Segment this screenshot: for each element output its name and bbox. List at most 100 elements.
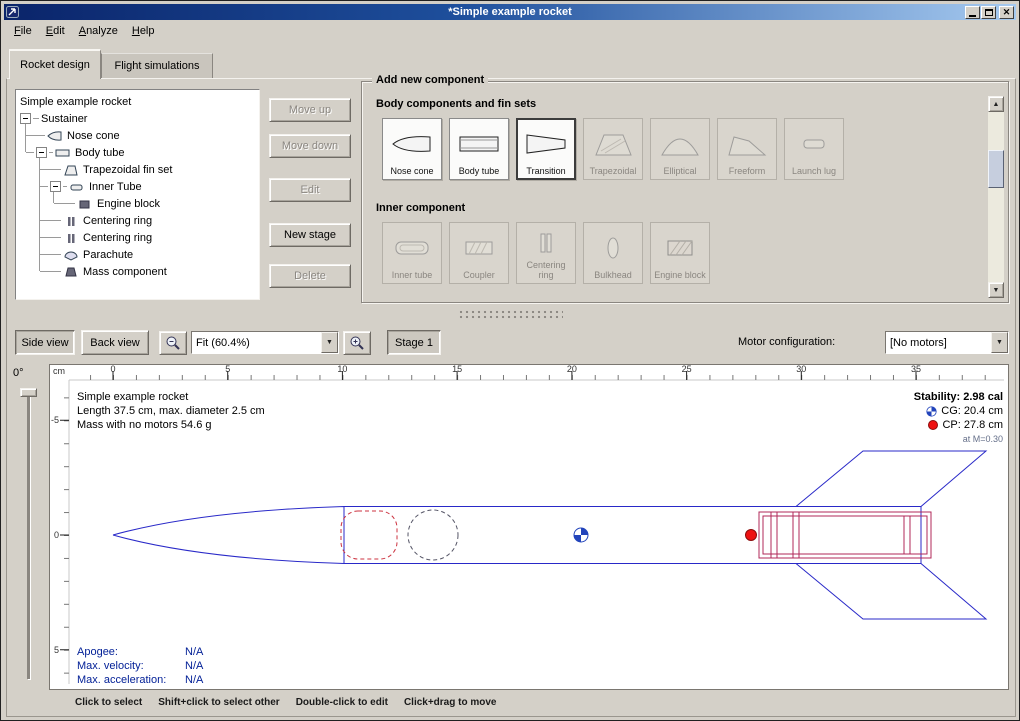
ruler-tick-label: -5	[51, 415, 59, 425]
add-component-group: Add new component Body components and fi…	[361, 81, 1009, 303]
apogee-value: N/A	[185, 645, 203, 659]
bulkhead-icon	[591, 235, 635, 261]
collapse-icon[interactable]	[36, 147, 47, 158]
component-button-transition[interactable]: Transition	[516, 118, 576, 180]
tree-connector	[40, 237, 61, 238]
component-button-label: Bulkhead	[594, 270, 632, 281]
tree-connector	[40, 254, 61, 255]
stage-1-toggle[interactable]: Stage 1	[387, 330, 441, 355]
tree-item-label: Mass component	[83, 266, 167, 278]
new-stage-button[interactable]: New stage	[269, 223, 351, 247]
tree-connector	[26, 135, 45, 136]
component-button-freeform: Freeform	[717, 118, 777, 180]
body-tube-icon	[55, 147, 71, 159]
close-button[interactable]: ✕	[999, 6, 1014, 19]
cp-value: CP: 27.8 cm	[942, 418, 1003, 432]
chevron-down-icon[interactable]: ▼	[321, 332, 338, 353]
ruler-tick-label: 5	[225, 364, 230, 374]
cg-value: CG: 20.4 cm	[941, 404, 1003, 418]
menu-analyze[interactable]: Analyze	[72, 22, 125, 40]
tree-item-rocket[interactable]: Simple example rocket	[16, 93, 259, 110]
tree-connector	[49, 152, 53, 153]
tree-item-nose-cone[interactable]: Nose cone	[16, 127, 259, 144]
centering-ring-icon	[63, 215, 79, 227]
transition-icon	[524, 131, 568, 157]
rotation-slider-track[interactable]	[27, 389, 30, 679]
centering-ring-icon	[524, 230, 568, 256]
maximize-icon	[985, 9, 993, 16]
collapse-icon[interactable]	[20, 113, 31, 124]
zoom-in-button[interactable]	[343, 331, 371, 355]
apogee-label: Apogee:	[77, 645, 185, 659]
zoom-value: Fit (60.4%)	[192, 332, 321, 353]
cp-legend-icon	[928, 420, 938, 430]
tree-item-label: Body tube	[75, 147, 125, 159]
tree-item-label: Centering ring	[83, 232, 152, 244]
titlebar[interactable]: *Simple example rocket ✕	[4, 4, 1016, 20]
component-button-bulkhead: Bulkhead	[583, 222, 643, 284]
motor-configuration-select[interactable]: [No motors] ▼	[885, 331, 1009, 354]
tree-line	[39, 157, 40, 271]
minimize-icon	[969, 15, 976, 17]
scroll-down-button[interactable]: ▼	[988, 282, 1004, 298]
max-acceleration-label: Max. acceleration:	[77, 673, 185, 687]
zoom-out-button[interactable]	[159, 331, 187, 355]
flight-data: Apogee:N/A Max. velocity:N/A Max. accele…	[77, 645, 203, 687]
menu-edit[interactable]: Edit	[39, 22, 72, 40]
component-button-label: Coupler	[463, 270, 495, 281]
tree-item-centering-ring-1[interactable]: Centering ring	[16, 212, 259, 229]
collapse-icon[interactable]	[50, 181, 61, 192]
inner-tube-icon	[390, 235, 434, 261]
tree-connector	[40, 186, 48, 187]
side-view-button[interactable]: Side view	[15, 330, 75, 355]
nose-cone-icon	[47, 130, 63, 142]
tree-item-parachute[interactable]: Parachute	[16, 246, 259, 263]
component-button-coupler: Coupler	[449, 222, 509, 284]
inner-component-label: Inner component	[376, 202, 465, 214]
tree-item-label: Nose cone	[67, 130, 120, 142]
move-up-button: Move up	[269, 98, 351, 122]
component-button-trapezoidal: Trapezoidal	[583, 118, 643, 180]
nose-cone-icon	[390, 131, 434, 157]
component-button-nose-cone[interactable]: Nose cone	[382, 118, 442, 180]
cp-marker[interactable]	[746, 530, 757, 541]
palette-scrollbar[interactable]: ▲ ▼	[988, 96, 1004, 298]
menu-file[interactable]: File	[7, 22, 39, 40]
mach-condition: at M=0.30	[914, 432, 1003, 446]
cg-legend-icon	[926, 406, 937, 417]
move-down-button: Move down	[269, 134, 351, 158]
rotation-slider-thumb[interactable]	[20, 388, 37, 397]
chevron-down-icon[interactable]: ▼	[991, 332, 1008, 353]
back-view-button[interactable]: Back view	[81, 330, 149, 355]
component-button-body-tube[interactable]: Body tube	[449, 118, 509, 180]
scrollbar-thumb[interactable]	[988, 150, 1004, 188]
ruler-tick-label: 0	[54, 530, 59, 540]
tab-flight-simulations[interactable]: Flight simulations	[101, 53, 213, 78]
splitter-handle[interactable]	[459, 310, 563, 319]
tree-item-sustainer[interactable]: Sustainer	[16, 110, 259, 127]
component-tree: Simple example rocket Sustainer Nose con…	[15, 89, 260, 300]
rocket-mass: Mass with no motors 54.6 g	[77, 418, 265, 432]
component-button-label: Trapezoidal	[590, 166, 637, 177]
tab-rocket-design[interactable]: Rocket design	[9, 49, 101, 79]
menu-help[interactable]: Help	[125, 22, 162, 40]
minimize-button[interactable]	[965, 6, 980, 19]
body-tube-icon	[457, 131, 501, 157]
ruler-tick-label: 35	[911, 364, 921, 374]
tree-item-mass-component[interactable]: Mass component	[16, 263, 259, 280]
component-button-label: Nose cone	[390, 166, 433, 177]
maximize-button[interactable]	[981, 6, 996, 19]
ruler-tick-label: 30	[796, 364, 806, 374]
parachute-icon	[63, 249, 79, 261]
scroll-up-button[interactable]: ▲	[988, 96, 1004, 112]
tree-item-centering-ring-2[interactable]: Centering ring	[16, 229, 259, 246]
max-acceleration-value: N/A	[185, 673, 203, 687]
cg-marker[interactable]	[574, 528, 588, 542]
tree-item-body-tube[interactable]: Body tube	[16, 144, 259, 161]
zoom-select[interactable]: Fit (60.4%) ▼	[191, 331, 339, 354]
tree-item-fin-set[interactable]: Trapezoidal fin set	[16, 161, 259, 178]
centering-ring-icon	[63, 232, 79, 244]
component-button-label: Centering ring	[519, 260, 573, 281]
component-button-label: Inner tube	[392, 270, 433, 281]
motor-configuration-label: Motor configuration:	[738, 336, 835, 348]
